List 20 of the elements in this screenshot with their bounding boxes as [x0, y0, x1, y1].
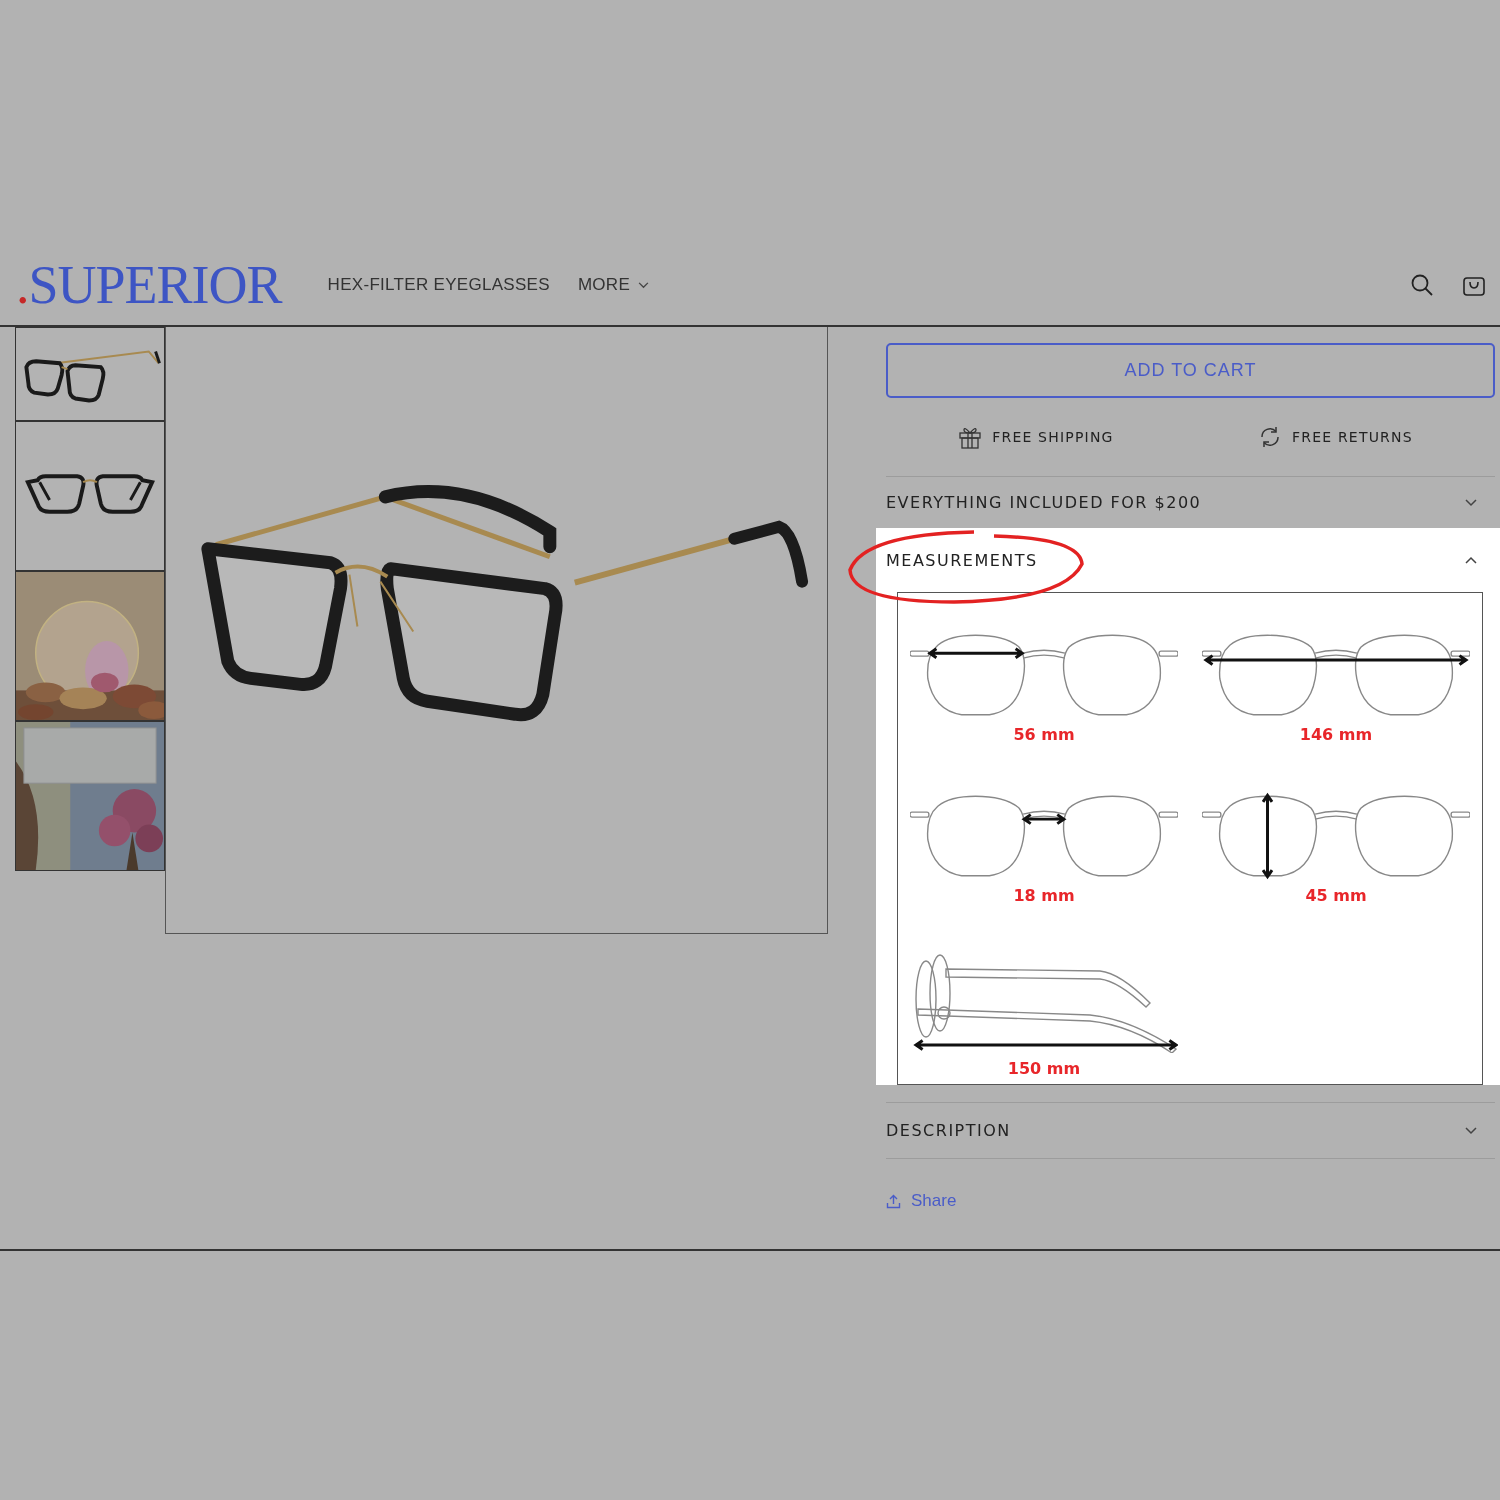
measurement-label: 150 mm — [1007, 1059, 1081, 1078]
accordion-title[interactable]: MEASUREMENTS — [886, 550, 1038, 570]
nav-link[interactable]: HEX-FILTER EYEGLASSES — [327, 275, 550, 295]
collapse-chevron-icon[interactable] — [1465, 556, 1477, 564]
measurement-label: 146 mm — [1299, 725, 1373, 744]
measurement-label: 56 mm — [1013, 725, 1075, 744]
expand-chevron-icon[interactable] — [1465, 498, 1477, 507]
expand-chevron-icon[interactable] — [1465, 1126, 1477, 1135]
accordion-title[interactable]: EVERYTHING INCLUDED FOR $200 — [886, 493, 1202, 512]
refresh-icon — [1258, 425, 1282, 449]
share-icon — [886, 1193, 901, 1209]
accordion-title[interactable]: DESCRIPTION — [886, 1121, 1011, 1140]
benefit-label: FREE RETURNS — [1292, 429, 1413, 445]
measurement-label: 45 mm — [1305, 886, 1367, 905]
benefit-label: FREE SHIPPING — [992, 429, 1114, 445]
caret-icon — [638, 281, 650, 289]
nav-dropdown[interactable]: MORE — [577, 275, 650, 295]
gift-icon — [958, 425, 983, 449]
measurement-label: 18 mm — [1013, 886, 1075, 905]
search-icon[interactable] — [1410, 273, 1434, 297]
